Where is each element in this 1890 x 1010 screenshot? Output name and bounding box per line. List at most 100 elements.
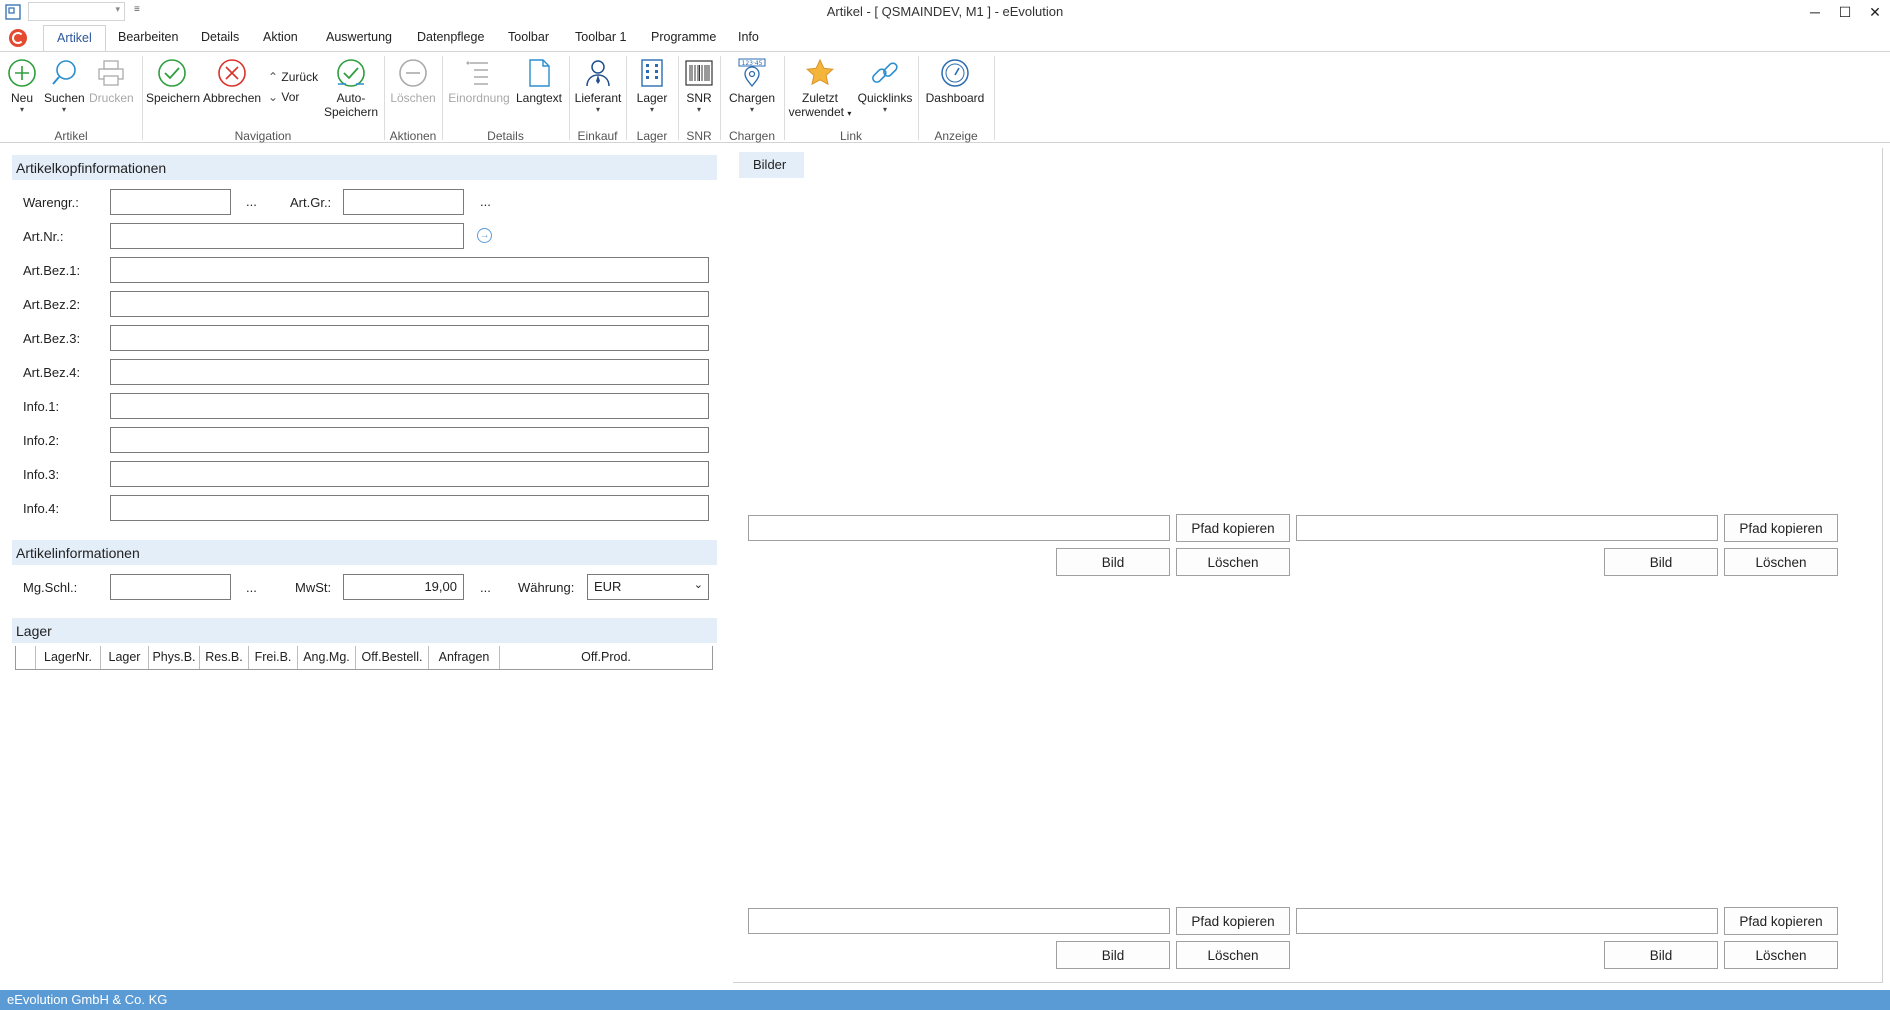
group-label-anzeige: Anzeige <box>934 129 978 143</box>
column-header-physb[interactable]: Phys.B. <box>149 646 200 669</box>
artikelinformationen-header: Artikelinformationen <box>12 540 717 565</box>
waehrung-select[interactable]: EUR ⌄ <box>587 574 709 600</box>
list-tree-icon <box>466 61 488 85</box>
einordnung-label: Einordnung <box>448 91 510 105</box>
arrow-right-circle-icon[interactable]: → <box>477 228 492 243</box>
tab-datenpflege[interactable]: Datenpflege <box>417 30 484 44</box>
artbez3-input[interactable] <box>110 325 709 351</box>
artgr-label: Art.Gr.: <box>290 195 332 210</box>
auto-speichern-button[interactable]: Auto- Speichern <box>323 58 379 119</box>
artbez2-input[interactable] <box>110 291 709 317</box>
drucken-button[interactable]: Drucken <box>89 58 134 105</box>
dashboard-button[interactable]: Dashboard <box>922 58 988 105</box>
tab-programme[interactable]: Programme <box>651 30 716 44</box>
warengr-input[interactable] <box>110 189 231 215</box>
image4-pfad-kopieren-button[interactable]: Pfad kopieren <box>1724 907 1838 935</box>
image3-loeschen-button[interactable]: Löschen <box>1176 941 1290 969</box>
app-menu-logo-icon[interactable] <box>9 29 27 47</box>
suchen-button[interactable]: Suchen ▾ <box>44 58 85 115</box>
artgr-input[interactable] <box>343 189 464 215</box>
image3-path-field[interactable] <box>748 908 1170 934</box>
artbez2-label: Art.Bez.2: <box>23 297 81 312</box>
link-icon <box>872 62 898 83</box>
column-header-offprod[interactable]: Off.Prod. <box>500 646 712 669</box>
tab-details[interactable]: Details <box>201 30 239 44</box>
image1-pfad-kopieren-button[interactable]: Pfad kopieren <box>1176 514 1290 542</box>
group-separator <box>994 56 995 140</box>
zurueck-button[interactable]: ⌃ Zurück <box>268 70 318 84</box>
image4-loeschen-button[interactable]: Löschen <box>1724 941 1838 969</box>
speichern-button[interactable]: Speichern <box>146 58 200 105</box>
chargen-button[interactable]: 123·45 Chargen ▾ <box>726 58 778 115</box>
column-header-offbestell[interactable]: Off.Bestell. <box>356 646 429 669</box>
dashboard-gauge-icon <box>941 59 969 87</box>
warengr-lookup-button[interactable]: ... <box>246 194 257 209</box>
image4-bild-button[interactable]: Bild <box>1604 941 1718 969</box>
snr-button[interactable]: SNR ▾ <box>682 58 716 115</box>
image1-bild-button[interactable]: Bild <box>1056 548 1170 576</box>
column-header-freib[interactable]: Frei.B. <box>249 646 298 669</box>
column-header-lager[interactable]: Lager <box>101 646 149 669</box>
tab-bearbeiten[interactable]: Bearbeiten <box>118 30 178 44</box>
chargen-badge: 123·45 <box>742 60 763 67</box>
artbez1-input[interactable] <box>110 257 709 283</box>
neu-button[interactable]: Neu ▾ <box>6 58 38 115</box>
tab-auswertung[interactable]: Auswertung <box>326 30 392 44</box>
artbez4-label: Art.Bez.4: <box>23 365 81 380</box>
tab-info[interactable]: Info <box>738 30 759 44</box>
checkmark-circle-icon <box>158 59 186 87</box>
loeschen-button[interactable]: Löschen <box>390 58 436 105</box>
mwst-lookup-button[interactable]: ... <box>480 580 491 595</box>
chevron-down-icon: ⌄ <box>693 579 703 591</box>
barcode-icon <box>685 60 713 86</box>
image4-path-field[interactable] <box>1296 908 1718 934</box>
image2-pfad-kopieren-button[interactable]: Pfad kopieren <box>1724 514 1838 542</box>
info4-input[interactable] <box>110 495 709 521</box>
image1-path-field[interactable] <box>748 515 1170 541</box>
artgr-lookup-button[interactable]: ... <box>480 194 491 209</box>
column-header-anfragen[interactable]: Anfragen <box>429 646 500 669</box>
warengr-label: Warengr.: <box>23 195 79 210</box>
tab-toolbar-1[interactable]: Toolbar 1 <box>575 30 626 44</box>
tab-aktion[interactable]: Aktion <box>263 30 298 44</box>
mgschl-input[interactable] <box>110 574 231 600</box>
tab-bilder[interactable]: Bilder <box>739 152 804 178</box>
info1-input[interactable] <box>110 393 709 419</box>
group-label-details: Details <box>487 129 524 143</box>
tab-toolbar[interactable]: Toolbar <box>508 30 549 44</box>
lager-button[interactable]: Lager ▾ <box>632 58 672 115</box>
mgschl-lookup-button[interactable]: ... <box>246 580 257 595</box>
quicklinks-button[interactable]: Quicklinks ▾ <box>856 58 914 115</box>
einordnung-button[interactable]: Einordnung <box>447 58 511 105</box>
plus-circle-icon <box>8 59 36 87</box>
group-label-lager: Lager <box>636 129 668 143</box>
image1-loeschen-button[interactable]: Löschen <box>1176 548 1290 576</box>
mwst-input[interactable]: 19,00 <box>343 574 464 600</box>
vor-button[interactable]: ⌄ Vor <box>268 90 299 104</box>
image3-bild-button[interactable]: Bild <box>1056 941 1170 969</box>
zuletzt-verwendet-button[interactable]: Zuletzt verwendet ▾ <box>786 58 854 121</box>
image2-bild-button[interactable]: Bild <box>1604 548 1718 576</box>
tab-artikel[interactable]: Artikel <box>43 25 106 52</box>
auto-save-icon <box>337 59 365 87</box>
image2-loeschen-button[interactable]: Löschen <box>1724 548 1838 576</box>
column-header-resb[interactable]: Res.B. <box>200 646 249 669</box>
artnr-input[interactable] <box>110 223 464 249</box>
info1-label: Info.1: <box>23 399 60 414</box>
lager-label: Lager <box>636 91 668 105</box>
info2-input[interactable] <box>110 427 709 453</box>
langtext-button[interactable]: Langtext <box>515 58 563 105</box>
info3-label: Info.3: <box>23 467 60 482</box>
lager-header: Lager <box>12 618 717 643</box>
image3-pfad-kopieren-button[interactable]: Pfad kopieren <box>1176 907 1290 935</box>
close-button[interactable]: ✕ <box>1857 0 1890 24</box>
image2-path-field[interactable] <box>1296 515 1718 541</box>
info3-input[interactable] <box>110 461 709 487</box>
abbrechen-button[interactable]: Abbrechen <box>203 58 261 105</box>
column-header-lagernr[interactable]: LagerNr. <box>36 646 101 669</box>
snr-label: SNR <box>686 91 712 105</box>
artbez4-input[interactable] <box>110 359 709 385</box>
column-header-angmg[interactable]: Ang.Mg. <box>298 646 356 669</box>
group-separator <box>678 56 679 140</box>
lieferant-button[interactable]: Lieferant ▾ <box>573 58 623 115</box>
